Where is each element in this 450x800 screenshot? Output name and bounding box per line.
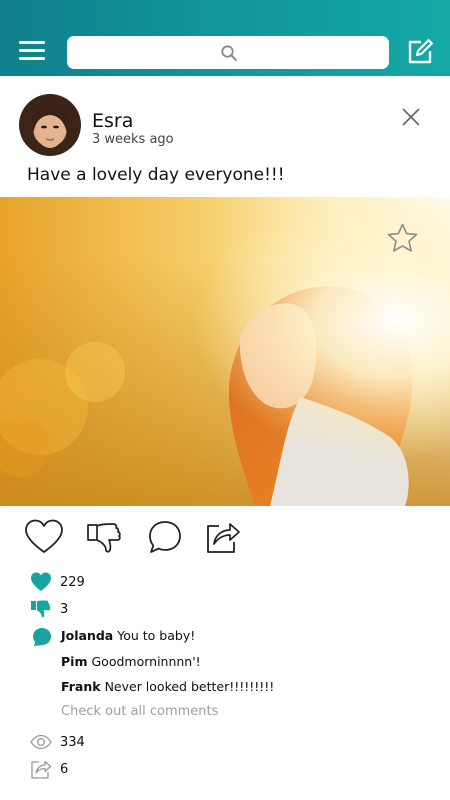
post-timestamp: 3 weeks ago — [92, 132, 174, 147]
comment-text: Never looked better!!!!!!!!! — [104, 679, 275, 694]
menu-line — [19, 41, 45, 44]
share-count-icon — [31, 760, 52, 779]
comment-author[interactable]: Pim — [61, 654, 87, 669]
likes-count-row: 229 — [30, 571, 85, 593]
view-all-comments-link[interactable]: Check out all comments — [61, 704, 218, 719]
app-header — [0, 0, 450, 76]
comment-item: Frank Never looked better!!!!!!!!! — [61, 679, 274, 694]
post-text: Have a lovely day everyone!!! — [27, 165, 285, 185]
menu-line — [19, 57, 45, 60]
avatar[interactable] — [19, 94, 81, 156]
edit-icon[interactable] — [406, 38, 434, 66]
search-bar — [67, 36, 389, 69]
post-author-name[interactable]: Esra — [92, 110, 133, 132]
comment-filled-icon — [33, 628, 51, 646]
comment-icon[interactable] — [145, 518, 185, 558]
menu-line — [19, 49, 45, 52]
comment-author[interactable]: Frank — [61, 679, 101, 694]
dislikes-count: 3 — [60, 601, 69, 617]
comment-author[interactable]: Jolanda — [61, 628, 113, 643]
star-icon[interactable] — [386, 222, 419, 255]
views-count: 334 — [60, 734, 85, 750]
avatar-photo — [31, 102, 70, 148]
views-count-row: 334 — [30, 731, 85, 753]
comment-text: You to baby! — [117, 628, 196, 643]
post-photo[interactable] — [0, 197, 450, 506]
dislikes-count-row: 3 — [30, 598, 68, 620]
close-icon[interactable] — [401, 107, 421, 127]
hamburger-menu-icon[interactable] — [19, 41, 45, 61]
comment-item: Jolanda You to baby! — [61, 628, 195, 643]
shares-count: 6 — [60, 761, 69, 777]
comment-item: Pim Goodmorninnnn'! — [61, 654, 201, 669]
likes-count: 229 — [60, 574, 85, 590]
comment-text: Goodmorninnnn'! — [91, 654, 201, 669]
shares-count-row: 6 — [30, 758, 68, 780]
heart-icon[interactable] — [24, 518, 64, 558]
thumbs-down-icon[interactable] — [85, 518, 125, 558]
heart-filled-icon — [31, 572, 51, 591]
share-icon[interactable] — [203, 518, 243, 558]
search-input[interactable] — [67, 36, 389, 69]
post-action-bar — [0, 518, 450, 560]
eye-icon — [30, 734, 52, 750]
thumbs-down-filled-icon — [31, 600, 51, 618]
